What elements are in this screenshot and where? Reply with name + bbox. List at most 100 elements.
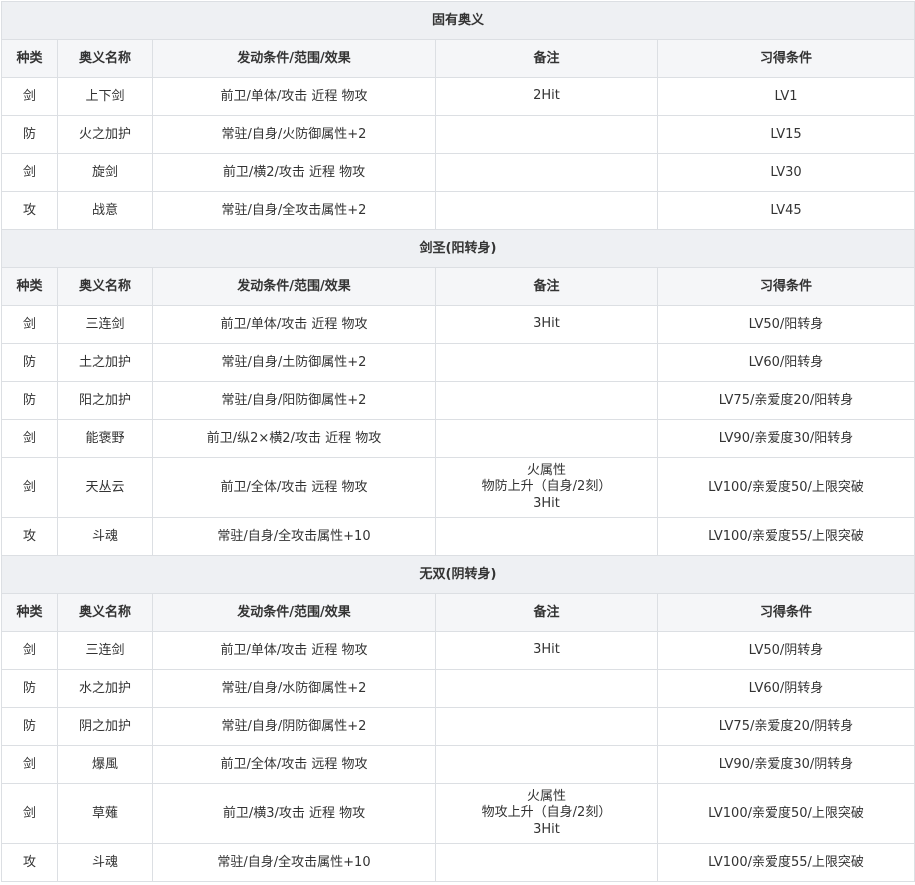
skill-effect-cell: 前卫/单体/攻击 近程 物攻 bbox=[152, 631, 436, 670]
header-effect: 发动条件/范围/效果 bbox=[152, 39, 436, 78]
header-learn: 习得条件 bbox=[657, 267, 915, 306]
header-note: 备注 bbox=[435, 593, 658, 632]
table-row: 防阴之加护 常驻/自身/阴防御属性+2 LV75/亲爱度20/阴转身 bbox=[1, 707, 915, 746]
learn-condition-cell: LV90/亲爱度30/阳转身 bbox=[657, 419, 915, 458]
skill-name-cell: 土之加护 bbox=[57, 343, 153, 382]
skill-type-cell: 防 bbox=[1, 343, 58, 382]
skill-note-cell: 3Hit bbox=[435, 305, 658, 344]
skill-name-cell: 阴之加护 bbox=[57, 707, 153, 746]
column-header-row: 种类 奥义名称 发动条件/范围/效果 备注 习得条件 bbox=[1, 39, 915, 78]
skill-effect-cell: 前卫/横3/攻击 近程 物攻 bbox=[152, 783, 436, 844]
table-row: 剑上下剑 前卫/单体/攻击 近程 物攻 2Hit LV1 bbox=[1, 77, 915, 116]
skill-effect-cell: 常驻/自身/土防御属性+2 bbox=[152, 343, 436, 382]
skill-name-cell: 火之加护 bbox=[57, 115, 153, 154]
skill-type-cell: 剑 bbox=[1, 783, 58, 844]
header-name: 奥义名称 bbox=[57, 267, 153, 306]
table-row: 剑三连剑 前卫/单体/攻击 近程 物攻 3Hit LV50/阳转身 bbox=[1, 305, 915, 344]
skill-effect-cell: 常驻/自身/火防御属性+2 bbox=[152, 115, 436, 154]
note-line: 物防上升（自身/2刻） bbox=[481, 479, 612, 495]
header-type: 种类 bbox=[1, 593, 58, 632]
skill-type-cell: 剑 bbox=[1, 631, 58, 670]
skill-effect-cell: 常驻/自身/全攻击属性+2 bbox=[152, 191, 436, 230]
skill-effect-cell: 常驻/自身/阴防御属性+2 bbox=[152, 707, 436, 746]
header-effect: 发动条件/范围/效果 bbox=[152, 267, 436, 306]
learn-condition-cell: LV90/亲爱度30/阴转身 bbox=[657, 745, 915, 784]
skill-note-cell: 2Hit bbox=[435, 77, 658, 116]
skill-note-cell bbox=[435, 517, 658, 556]
header-learn: 习得条件 bbox=[657, 39, 915, 78]
skill-name-cell: 斗魂 bbox=[57, 517, 153, 556]
skill-note-cell bbox=[435, 381, 658, 420]
learn-condition-cell: LV75/亲爱度20/阴转身 bbox=[657, 707, 915, 746]
skill-note-cell: 火属性 物防上升（自身/2刻） 3Hit bbox=[435, 457, 658, 518]
skill-effect-cell: 前卫/全体/攻击 远程 物攻 bbox=[152, 745, 436, 784]
table-row: 防水之加护 常驻/自身/水防御属性+2 LV60/阴转身 bbox=[1, 669, 915, 708]
skill-effect-cell: 常驻/自身/全攻击属性+10 bbox=[152, 843, 436, 882]
skill-type-cell: 攻 bbox=[1, 191, 58, 230]
learn-condition-cell: LV15 bbox=[657, 115, 915, 154]
skill-type-cell: 剑 bbox=[1, 305, 58, 344]
header-note: 备注 bbox=[435, 39, 658, 78]
skill-name-cell: 战意 bbox=[57, 191, 153, 230]
note-line: 火属性 bbox=[526, 462, 566, 478]
skill-effect-cell: 常驻/自身/水防御属性+2 bbox=[152, 669, 436, 708]
skill-name-cell: 三连剑 bbox=[57, 305, 153, 344]
column-header-row: 种类 奥义名称 发动条件/范围/效果 备注 习得条件 bbox=[1, 593, 915, 632]
learn-condition-cell: LV100/亲爱度50/上限突破 bbox=[657, 457, 915, 518]
note-line: 火属性 bbox=[526, 788, 566, 804]
skill-name-cell: 能褒野 bbox=[57, 419, 153, 458]
section-title-row: 无双(阴转身) bbox=[1, 555, 915, 594]
skill-type-cell: 剑 bbox=[1, 77, 58, 116]
skills-table: 固有奥义 种类 奥义名称 发动条件/范围/效果 备注 习得条件剑上下剑 前卫/单体/攻击 近… bbox=[1, 1, 915, 882]
skill-type-cell: 攻 bbox=[1, 843, 58, 882]
skill-effect-cell: 常驻/自身/阳防御属性+2 bbox=[152, 381, 436, 420]
learn-condition-cell: LV60/阴转身 bbox=[657, 669, 915, 708]
table-row: 防阳之加护 常驻/自身/阳防御属性+2 LV75/亲爱度20/阳转身 bbox=[1, 381, 915, 420]
table-row: 防土之加护 常驻/自身/土防御属性+2 LV60/阳转身 bbox=[1, 343, 915, 382]
skill-note-cell bbox=[435, 843, 658, 882]
table-row: 防火之加护 常驻/自身/火防御属性+2 LV15 bbox=[1, 115, 915, 154]
learn-condition-cell: LV100/亲爱度55/上限突破 bbox=[657, 517, 915, 556]
skill-name-cell: 三连剑 bbox=[57, 631, 153, 670]
skill-type-cell: 防 bbox=[1, 707, 58, 746]
table-row: 攻斗魂 常驻/自身/全攻击属性+10 LV100/亲爱度55/上限突破 bbox=[1, 517, 915, 556]
note-line: 3Hit bbox=[533, 642, 560, 658]
skill-effect-cell: 前卫/纵2×横2/攻击 近程 物攻 bbox=[152, 419, 436, 458]
table-row: 攻战意 常驻/自身/全攻击属性+2 LV45 bbox=[1, 191, 915, 230]
skill-note-cell bbox=[435, 419, 658, 458]
header-type: 种类 bbox=[1, 267, 58, 306]
skill-effect-cell: 常驻/自身/全攻击属性+10 bbox=[152, 517, 436, 556]
skill-name-cell: 爆風 bbox=[57, 745, 153, 784]
skill-note-cell bbox=[435, 707, 658, 746]
learn-condition-cell: LV50/阳转身 bbox=[657, 305, 915, 344]
column-header-row: 种类 奥义名称 发动条件/范围/效果 备注 习得条件 bbox=[1, 267, 915, 306]
skill-note-cell bbox=[435, 669, 658, 708]
note-line: 3Hit bbox=[533, 495, 560, 511]
skill-type-cell: 剑 bbox=[1, 153, 58, 192]
skill-type-cell: 防 bbox=[1, 115, 58, 154]
table-row: 剑三连剑 前卫/单体/攻击 近程 物攻 3Hit LV50/阴转身 bbox=[1, 631, 915, 670]
skill-type-cell: 剑 bbox=[1, 745, 58, 784]
skill-type-cell: 攻 bbox=[1, 517, 58, 556]
skill-note-cell bbox=[435, 115, 658, 154]
skill-type-cell: 防 bbox=[1, 669, 58, 708]
skill-name-cell: 上下剑 bbox=[57, 77, 153, 116]
table-row: 剑旋剑 前卫/横2/攻击 近程 物攻 LV30 bbox=[1, 153, 915, 192]
skill-name-cell: 草薙 bbox=[57, 783, 153, 844]
skill-type-cell: 剑 bbox=[1, 457, 58, 518]
learn-condition-cell: LV100/亲爱度55/上限突破 bbox=[657, 843, 915, 882]
note-line: 2Hit bbox=[533, 88, 560, 104]
header-learn: 习得条件 bbox=[657, 593, 915, 632]
header-effect: 发动条件/范围/效果 bbox=[152, 593, 436, 632]
table-row: 剑爆風 前卫/全体/攻击 远程 物攻 LV90/亲爱度30/阴转身 bbox=[1, 745, 915, 784]
skill-note-cell bbox=[435, 745, 658, 784]
table-row: 剑能褒野 前卫/纵2×横2/攻击 近程 物攻 LV90/亲爱度30/阳转身 bbox=[1, 419, 915, 458]
skill-note-cell: 火属性 物攻上升（自身/2刻） 3Hit bbox=[435, 783, 658, 844]
skill-name-cell: 水之加护 bbox=[57, 669, 153, 708]
learn-condition-cell: LV1 bbox=[657, 77, 915, 116]
learn-condition-cell: LV50/阴转身 bbox=[657, 631, 915, 670]
learn-condition-cell: LV75/亲爱度20/阳转身 bbox=[657, 381, 915, 420]
skill-name-cell: 天丛云 bbox=[57, 457, 153, 518]
skill-effect-cell: 前卫/横2/攻击 近程 物攻 bbox=[152, 153, 436, 192]
header-name: 奥义名称 bbox=[57, 39, 153, 78]
